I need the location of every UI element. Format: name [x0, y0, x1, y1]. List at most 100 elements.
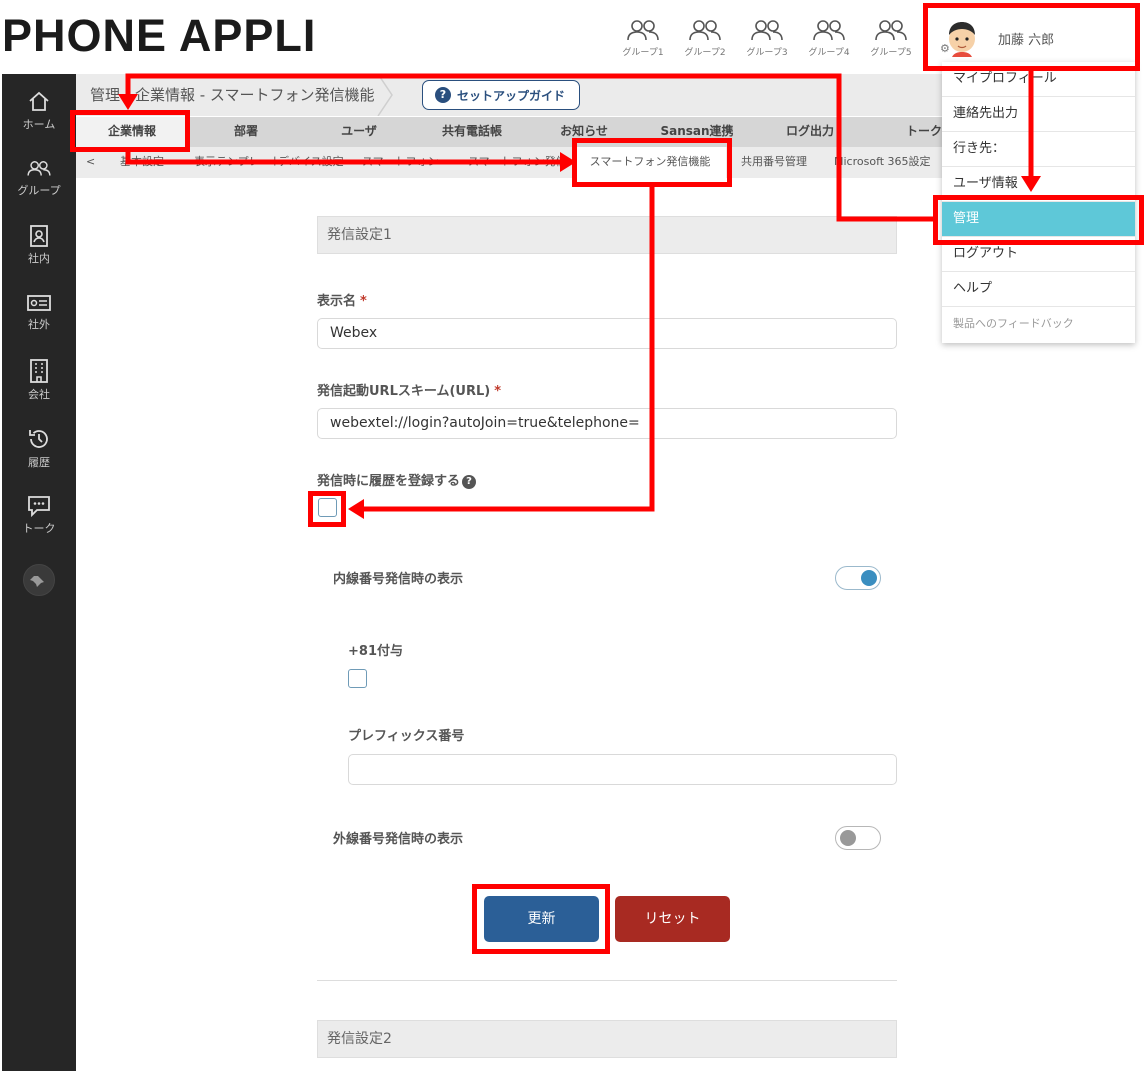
- setup-guide-button[interactable]: ? セットアップガイド: [422, 80, 580, 110]
- divider: [317, 980, 897, 981]
- breadcrumb-bar: 管理 - 企業情報 - スマートフォン発信機能 ? セットアップガイド: [76, 74, 942, 116]
- sidebar-label: 社外: [28, 318, 50, 331]
- tab-shared-phonebook[interactable]: 共有電話帳: [414, 117, 530, 147]
- sidebar: ホーム グループ 社内 社外 会社 履歴 トーク: [2, 74, 76, 1071]
- group-icon: [627, 20, 659, 41]
- group-icon: [751, 20, 783, 41]
- group-shortcut-2[interactable]: グループ2: [682, 18, 728, 58]
- url-scheme-label: 発信起動URLスキーム(URL) *: [317, 380, 501, 399]
- external-contacts-icon: [27, 295, 51, 311]
- display-name-label-text: 表示名: [317, 294, 357, 309]
- subtab-device[interactable]: デバイス設定: [278, 147, 344, 178]
- extension-display-toggle[interactable]: [835, 566, 881, 590]
- gear-icon: ⚙: [940, 42, 950, 55]
- sidebar-item-company[interactable]: 会社: [2, 358, 76, 402]
- sidebar-label: ホーム: [22, 118, 56, 131]
- menu-item-my-profile[interactable]: マイプロフィール: [942, 62, 1135, 97]
- tab-company-info[interactable]: 企業情報: [76, 117, 188, 147]
- external-display-toggle[interactable]: [835, 826, 881, 850]
- pin-button[interactable]: [23, 564, 55, 596]
- required-mark: *: [494, 384, 502, 399]
- reset-button[interactable]: リセット: [615, 896, 730, 942]
- toggle-knob: [840, 830, 856, 846]
- group-icon: [875, 20, 907, 41]
- pin-icon: [30, 576, 44, 587]
- plus81-label: +81付与: [348, 644, 403, 659]
- sidebar-label: 社内: [28, 252, 50, 265]
- menu-item-contact-export[interactable]: 連絡先出力: [942, 97, 1135, 132]
- group-label: グループ5: [870, 48, 912, 58]
- group-label: グループ1: [622, 48, 664, 58]
- subtab-smartphone-call-function[interactable]: スマートフォン発信機能: [574, 147, 726, 178]
- app-logo: PHONE APPLI: [2, 10, 317, 61]
- menu-item-admin[interactable]: 管理: [942, 202, 1135, 237]
- sidebar-item-internal[interactable]: 社内: [2, 224, 76, 266]
- register-history-label-text: 発信時に履歴を登録する: [317, 474, 461, 489]
- group-label: グループ3: [746, 48, 788, 58]
- group-label: グループ2: [684, 48, 726, 58]
- menu-item-logout[interactable]: ログアウト: [942, 237, 1135, 272]
- sidebar-item-home[interactable]: ホーム: [2, 90, 76, 132]
- group-shortcuts: グループ1 グループ2 グループ3 グループ4 グループ5: [620, 18, 914, 58]
- required-mark: *: [360, 294, 367, 309]
- tab-bar: 企業情報 部署 ユーザ 共有電話帳 お知らせ Sansan連携 ログ出力 トーク: [76, 117, 942, 147]
- sidebar-item-talk[interactable]: トーク: [2, 494, 76, 536]
- company-icon: [30, 359, 48, 383]
- group-icon: [689, 20, 721, 41]
- page: PHONE APPLI グループ1 グループ2 グループ3 グループ4 グループ…: [0, 0, 1148, 1071]
- user-menu-trigger[interactable]: 加藤 六郎: [938, 12, 1128, 64]
- home-icon: [29, 91, 49, 111]
- register-history-checkbox[interactable]: [318, 498, 337, 517]
- subtab-microsoft365[interactable]: Microsoft 365設定: [834, 147, 931, 178]
- sidebar-label: 会社: [28, 388, 50, 401]
- section-header-1: 発信設定1: [317, 216, 897, 254]
- url-scheme-label-text: 発信起動URLスキーム(URL): [317, 384, 491, 399]
- subtab-smartphone-call[interactable]: スマートフォン発信: [468, 147, 567, 178]
- extension-display-label: 内線番号発信時の表示: [333, 572, 464, 587]
- register-history-label: 発信時に履歴を登録する?: [317, 470, 477, 489]
- subtab-shared-number[interactable]: 共用番号管理: [741, 147, 807, 178]
- url-scheme-input[interactable]: webextel://login?autoJoin=true&telephone…: [317, 408, 897, 439]
- toggle-knob: [861, 570, 877, 586]
- prefix-number-label: プレフィックス番号: [348, 729, 465, 744]
- group-shortcut-3[interactable]: グループ3: [744, 18, 790, 58]
- history-icon: [29, 430, 48, 448]
- sidebar-item-external[interactable]: 社外: [2, 292, 76, 332]
- menu-item-user-info[interactable]: ユーザ情報: [942, 167, 1135, 202]
- display-name-label: 表示名 *: [317, 290, 367, 309]
- tab-sansan[interactable]: Sansan連携: [638, 117, 756, 147]
- display-name-input[interactable]: Webex: [317, 318, 897, 349]
- subtab-smartphone[interactable]: スマートフォン: [362, 147, 439, 178]
- group-shortcut-4[interactable]: グループ4: [806, 18, 852, 58]
- group-label: グループ4: [808, 48, 850, 58]
- group-shortcut-1[interactable]: グループ1: [620, 18, 666, 58]
- menu-item-feedback[interactable]: 製品へのフィードバック: [942, 307, 1135, 342]
- setup-guide-label: セットアップガイド: [457, 88, 566, 103]
- help-icon: ?: [435, 87, 451, 103]
- sidebar-item-group[interactable]: グループ: [2, 158, 76, 198]
- sidebar-item-history[interactable]: 履歴: [2, 426, 76, 470]
- help-icon[interactable]: ?: [462, 475, 477, 489]
- subtab-bar: < 基本設定 表示テンプレート デバイス設定 スマートフォン スマートフォン発信…: [76, 147, 942, 178]
- talk-icon: [28, 496, 50, 518]
- sidebar-label: 履歴: [28, 456, 50, 469]
- external-display-label: 外線番号発信時の表示: [333, 832, 464, 847]
- internal-contacts-icon: [30, 225, 48, 247]
- plus81-checkbox[interactable]: [348, 669, 367, 688]
- chevron-right-icon: [377, 74, 393, 116]
- subtab-basic[interactable]: 基本設定: [120, 147, 164, 178]
- subtab-prev-button[interactable]: <: [86, 147, 95, 178]
- user-name: 加藤 六郎: [998, 32, 1055, 48]
- tab-department[interactable]: 部署: [188, 117, 304, 147]
- prefix-number-input[interactable]: [348, 754, 897, 785]
- tab-user[interactable]: ユーザ: [304, 117, 414, 147]
- menu-item-destination[interactable]: 行き先：: [942, 132, 1135, 167]
- update-button[interactable]: 更新: [484, 896, 599, 942]
- tab-log-output[interactable]: ログ出力: [756, 117, 864, 147]
- group-shortcut-5[interactable]: グループ5: [868, 18, 914, 58]
- tab-notices[interactable]: お知らせ: [530, 117, 638, 147]
- sidebar-label: グループ: [17, 184, 61, 197]
- subtab-display-template[interactable]: 表示テンプレート: [194, 147, 282, 178]
- user-dropdown-menu: マイプロフィール 連絡先出力 行き先： ユーザ情報 管理 ログアウト ヘルプ 製…: [942, 62, 1135, 343]
- menu-item-help[interactable]: ヘルプ: [942, 272, 1135, 307]
